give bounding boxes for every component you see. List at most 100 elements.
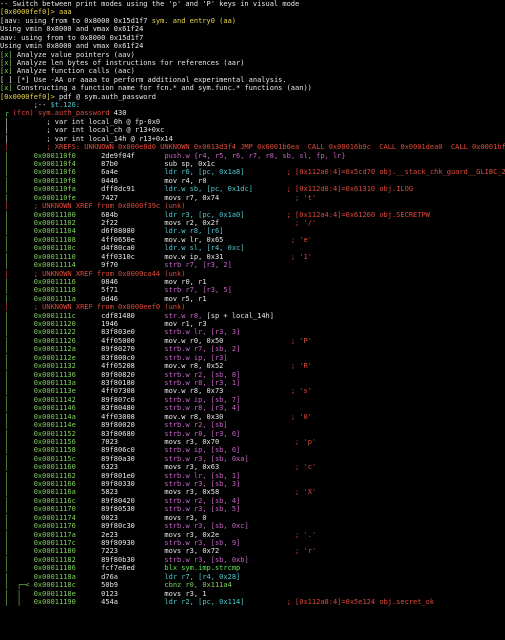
terminal-text-segment: 5823 xyxy=(75,488,165,497)
terminal-text-segment: ; 'r' xyxy=(219,547,317,556)
terminal-text-segment: dff8dc91 xyxy=(75,185,165,194)
terminal-line: │ 0x0001113e 4ff07308 mov.w r8, 0x73 ; '… xyxy=(0,387,505,395)
terminal-text-segment: 5f71 xyxy=(75,286,165,295)
terminal-text-segment: 0x00011190 xyxy=(33,597,76,606)
terminal-text-segment: │ xyxy=(0,252,34,261)
terminal-text-segment: ;-- xyxy=(0,101,51,110)
terminal-line: │ 0x00011110 4ff0310c mov.w ip, 0x31 ; '… xyxy=(0,253,505,261)
terminal-text-segment: 0x000110f8 xyxy=(33,176,76,185)
terminal-text-segment: movs r3, 1 xyxy=(164,589,207,598)
terminal-line: │ 0x00011122 83f803e0 strb.w lr, [r3, 3] xyxy=(0,328,505,336)
terminal-text-segment: strb.w r7, [sb, 2] xyxy=(164,345,241,354)
terminal-text-segment: Using vmin 0x8000 and vmax 0x61f24 xyxy=(0,25,144,34)
terminal-text-segment: $t.126: xyxy=(50,101,81,110)
terminal-text-segment: ldr.w sb, [pc, 0x1dc] xyxy=(164,185,253,194)
terminal-text-segment: mov r5, r1 xyxy=(164,294,207,303)
terminal-text-segment: movs r2, 0x2f xyxy=(164,218,220,227)
terminal-line: │ 0x00011114 9f70 strb r7, [r3, 2] xyxy=(0,261,505,269)
terminal-text-segment: d6f88080 xyxy=(75,227,165,236)
terminal-text-segment: ; 't' xyxy=(219,193,317,202)
terminal-text-segment: 4ff07308 xyxy=(75,387,165,396)
terminal-line: │ 0x000110f8 0446 mov r4, r0 xyxy=(0,177,505,185)
terminal-line: │ 0x00011136 89f80820 strb.w r2, [sb, 8] xyxy=(0,371,505,379)
terminal-text-segment: strb.w r3, [sb, 5] xyxy=(164,505,241,514)
terminal-text-segment: d76a xyxy=(75,572,165,581)
terminal-text-segment: │ ; var int local_0h @ fp-0x0 xyxy=(0,117,161,126)
terminal-text-segment: ; [0x112d8:4]=0x61310 obj.ILOG xyxy=(252,185,414,194)
terminal-text-segment: 89f801e0 xyxy=(75,471,165,480)
terminal-text-segment: 0x0001113a xyxy=(33,378,76,387)
terminal-text-segment: ; 'R' xyxy=(223,362,312,371)
terminal-text-segment: │ xyxy=(0,193,34,202)
terminal-text-segment: 0x00011126 xyxy=(33,336,76,345)
terminal-text-segment: cbnz r0, 0x111a4 xyxy=(164,581,232,590)
terminal-text-segment: strb.w r2, [sb] xyxy=(164,421,228,430)
terminal-text-segment: movs r3, 0 xyxy=(164,513,207,522)
terminal-line: │ 0x00011118 5f71 strb r7, [r3, 5] xyxy=(0,286,505,294)
terminal-text-segment: │ xyxy=(0,572,34,581)
terminal-text-segment: strb.w r8, [r3, 4] xyxy=(164,404,241,413)
terminal-text-segment: movs r3, 0x63 xyxy=(164,463,220,472)
terminal-text-segment: movs r3, 0x72 xyxy=(164,547,220,556)
terminal-text-segment: 89f80270 xyxy=(75,345,165,354)
terminal-line: │ 0x00011162 89f801e0 strb.w lr, [sb, 1] xyxy=(0,472,505,480)
terminal-text-segment: mov.w lr, 0x65 xyxy=(164,235,224,244)
terminal-text-segment: 430 xyxy=(109,109,127,118)
terminal-text-segment: [x] xyxy=(0,50,13,59)
terminal-line: │ 0x0001113a 83f80180 strb.w r8, [r3, 1] xyxy=(0,379,505,387)
terminal-text-segment: Constructing a function name for fcn.* a… xyxy=(12,84,312,93)
terminal-text-segment: strb.w r3, [sb, 3] xyxy=(164,480,241,489)
terminal-text-segment: [*] Use -AA or aaaa to perform additiona… xyxy=(12,75,287,84)
terminal-line: │ 0x00011160 6323 movs r3, 0x63 ; 'c' xyxy=(0,463,505,471)
terminal-text-segment: │ xyxy=(0,227,34,236)
terminal-line: [aav: using from to 0x8000 0x15d1f7 sym.… xyxy=(0,17,505,25)
terminal-text-segment: │ xyxy=(0,505,34,514)
terminal-text-segment: │ xyxy=(0,261,34,270)
terminal-text-segment: │ xyxy=(0,311,34,320)
terminal-text-segment: │ xyxy=(0,395,34,404)
terminal-text-segment: 0x00011132 xyxy=(33,362,76,371)
terminal-text-segment: strb.w lr, [sb, 1] xyxy=(164,471,241,480)
terminal-text-segment: 4ff05208 xyxy=(75,362,165,371)
terminal-line: [x] Constructing a function name for fcn… xyxy=(0,84,505,92)
terminal-text-segment: │ xyxy=(0,286,34,295)
terminal-line: │ 0x0001111a 0d46 mov r5, r1 xyxy=(0,295,505,303)
terminal-text-segment: ; 'c' xyxy=(219,463,317,472)
terminal-text-segment: 89f80820 xyxy=(75,370,165,379)
terminal-text-segment: │ xyxy=(0,235,34,244)
terminal-text-segment: strb.w r3, [sb, 0xc] xyxy=(164,522,249,531)
terminal-text-segment: 4ff0650e xyxy=(75,235,165,244)
terminal-text-segment: │ xyxy=(0,421,34,430)
terminal-text-segment: 0x00011182 xyxy=(33,555,76,564)
terminal-text-segment: │ xyxy=(0,218,34,227)
terminal-window[interactable]: -- Switch between print modes using the … xyxy=(0,0,505,640)
terminal-text-segment: 0x00011114 xyxy=(33,261,76,270)
terminal-line: Using vmin 0x8000 and vmax 0x61f24 xyxy=(0,42,505,50)
terminal-text-segment: 0x00011170 xyxy=(33,505,76,514)
terminal-text-segment: 89f80020 xyxy=(75,421,165,430)
terminal-text-segment: 0x0001111a xyxy=(33,294,76,303)
terminal-text-segment: │ ; var int local_14h @ r13+0x14 xyxy=(0,134,173,143)
terminal-text-segment: │ xyxy=(0,446,34,455)
terminal-line: │ 0x0001114e 89f80020 strb.w r2, [sb] xyxy=(0,421,505,429)
terminal-line: ;-- $t.126: xyxy=(0,101,505,109)
terminal-text-segment: 0x000110fa xyxy=(33,185,76,194)
terminal-text-segment: 0x00011102 xyxy=(33,218,76,227)
terminal-line: │ 0x00011158 89f806c0 strb.w ip, [sb, 6] xyxy=(0,446,505,454)
terminal-line: │ 0x00011132 4ff05208 mov.w r8, 0x52 ; '… xyxy=(0,362,505,370)
terminal-text-segment: strb.w r8, [r3, 1] xyxy=(164,378,241,387)
terminal-text-segment: push.w {r4, r5, r6, r7, r8, sb, sl, fp, … xyxy=(164,151,346,160)
terminal-text-segment: sub sp, 0x1c xyxy=(164,160,215,169)
terminal-text-segment: │ ; XREFS: UNKNOWN 0x000e8d0 UNKNOWN 0x0… xyxy=(0,143,505,152)
terminal-line: │ 0x00011108 4ff0650e mov.w lr, 0x65 ; '… xyxy=(0,236,505,244)
terminal-line: │ 0x000110f6 6a4e ldr r6, [pc, 0x1a8] ; … xyxy=(0,168,505,176)
terminal-text-segment: 0x00011156 xyxy=(33,437,76,446)
terminal-text-segment: [sp + local_14h] xyxy=(206,311,274,320)
terminal-text-segment: 0x00011146 xyxy=(33,404,76,413)
terminal-text-segment: 0x00011174 xyxy=(33,513,76,522)
terminal-text-segment: ; '/' xyxy=(219,218,317,227)
terminal-text-segment: ; [0x112a4:4]=0x61260 obj.SECRETPW xyxy=(244,210,430,219)
terminal-text-segment: │ xyxy=(0,294,34,303)
terminal-text-segment: 0x00011120 xyxy=(33,320,76,329)
terminal-line: │ 0x00011120 1946 mov r1, r3 xyxy=(0,320,505,328)
